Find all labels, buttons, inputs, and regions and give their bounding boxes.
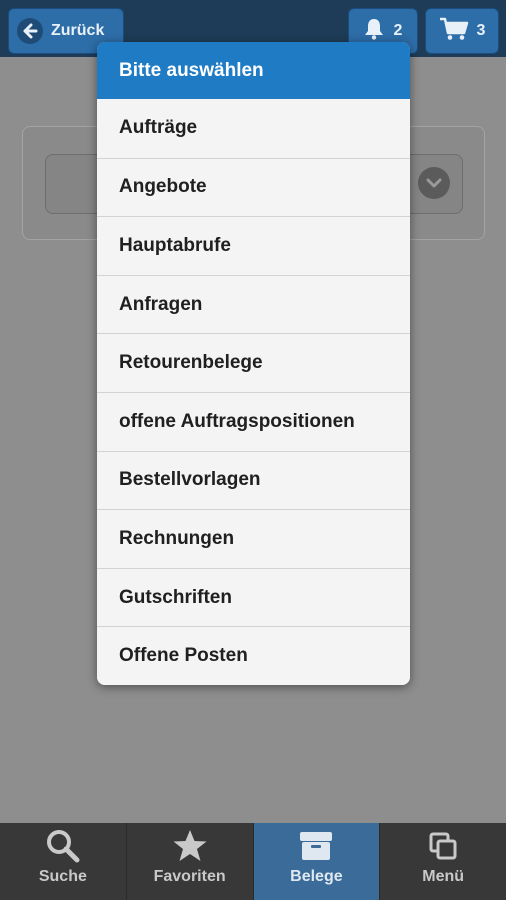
nav-favorites[interactable]: Favoriten	[127, 823, 254, 900]
arrow-left-icon	[17, 18, 43, 44]
option-anfragen[interactable]: Anfragen	[97, 274, 410, 334]
popup-list: Aufträge Angebote Hauptabrufe Anfragen R…	[97, 99, 410, 685]
option-hauptabrufe[interactable]: Hauptabrufe	[97, 216, 410, 275]
option-offene-auftragspositionen[interactable]: offene Auftragspositionen	[97, 391, 410, 451]
option-gutschriften[interactable]: Gutschriften	[97, 567, 410, 627]
back-button-label: Zurück	[51, 22, 105, 39]
nav-documents[interactable]: Belege	[253, 823, 381, 900]
option-auftraege[interactable]: Aufträge	[97, 99, 410, 158]
chevron-down-icon	[418, 167, 450, 199]
nav-menu[interactable]: Menü	[380, 823, 506, 900]
bell-icon	[364, 18, 384, 45]
nav-search-label: Suche	[38, 868, 87, 885]
cart-icon	[439, 17, 469, 46]
option-angebote[interactable]: Angebote	[97, 157, 410, 217]
cart-count: 3	[476, 22, 486, 39]
popup-title: Bitte auswählen	[97, 42, 410, 99]
nav-documents-label: Belege	[290, 868, 343, 885]
bottom-nav: Suche Favoriten Belege Menü	[0, 823, 506, 900]
nav-favorites-label: Favoriten	[153, 868, 226, 885]
option-retourenbelege[interactable]: Retourenbelege	[97, 333, 410, 392]
option-offene-posten[interactable]: Offene Posten	[97, 626, 410, 685]
nav-menu-label: Menü	[422, 868, 465, 885]
archive-box-icon	[299, 828, 333, 864]
selection-popup: Bitte auswählen Aufträge Angebote Haupta…	[97, 42, 410, 685]
nav-search[interactable]: Suche	[0, 823, 127, 900]
option-rechnungen[interactable]: Rechnungen	[97, 509, 410, 568]
windows-icon	[429, 828, 457, 864]
option-bestellvorlagen[interactable]: Bestellvorlagen	[97, 450, 410, 510]
notifications-count: 2	[393, 22, 403, 39]
search-icon	[46, 828, 80, 864]
cart-button[interactable]: 3	[425, 8, 499, 54]
star-icon	[172, 828, 208, 864]
